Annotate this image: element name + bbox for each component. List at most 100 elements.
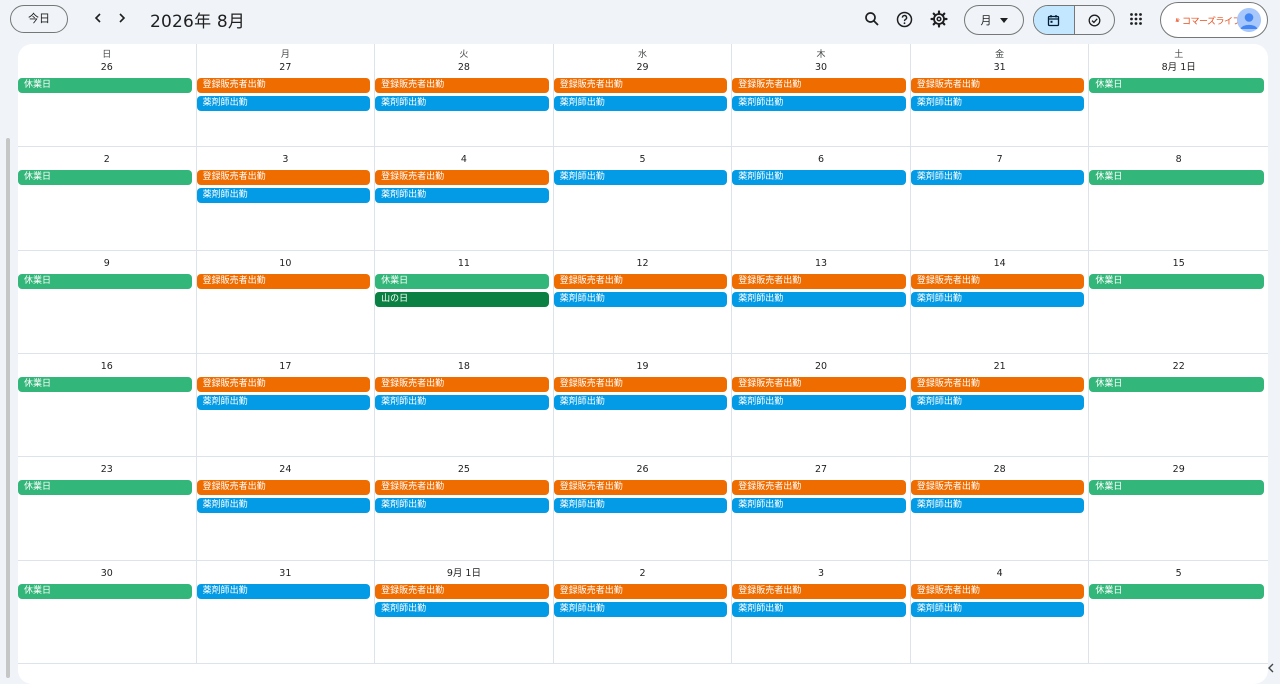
date-number[interactable]: 10 [197,257,375,272]
event-chip-seller[interactable]: 登録販売者出勤 [910,78,1085,93]
event-chip-pharma[interactable]: 薬剤師出勤 [553,601,728,617]
day-cell[interactable]: 30 休業日 [18,560,197,664]
event-chip-seller[interactable]: 登録販売者出勤 [910,273,1085,289]
date-number[interactable]: 30 [18,567,196,582]
date-number[interactable]: 26 [554,463,732,478]
day-cell[interactable]: 27 登録販売者出勤 薬剤師出勤 [732,457,911,561]
date-number[interactable]: 4 [375,153,553,168]
day-cell[interactable]: 9月 1日 登録販売者出勤 薬剤師出勤 [375,560,554,664]
event-chip-pharma[interactable]: 薬剤師出勤 [375,394,549,410]
day-cell[interactable]: 5 休業日 [1089,561,1268,664]
date-number[interactable]: 16 [18,360,196,375]
event-chip-pharma[interactable]: 薬剤師出勤 [196,394,371,410]
date-number[interactable]: 21 [911,360,1089,375]
date-number[interactable]: 25 [375,463,553,478]
event-chip-pharma[interactable]: 薬剤師出勤 [553,498,728,514]
event-chip-holiday[interactable]: 休業日 [18,273,192,289]
event-chip-seller[interactable]: 登録販売者出勤 [732,273,906,289]
event-chip-seller[interactable]: 登録販売者出勤 [732,480,906,496]
account-switcher[interactable]: コマーズライフ [1160,2,1268,38]
event-chip-holiday[interactable]: 休業日 [1089,480,1264,496]
event-chip-holiday[interactable]: 休業日 [1089,273,1264,289]
event-chip-pharma[interactable]: 薬剤師出勤 [196,583,371,599]
event-chip-pharma[interactable]: 薬剤師出勤 [732,394,906,410]
day-cell[interactable]: 火 28 登録販売者出勤 薬剤師出勤 [375,44,554,148]
day-cell[interactable]: 月 27 登録販売者出勤 薬剤師出勤 [196,44,376,148]
event-chip-seller[interactable]: 登録販売者出勤 [375,376,549,392]
day-cell[interactable]: 26 登録販売者出勤 薬剤師出勤 [553,457,733,561]
date-number[interactable]: 19 [554,360,732,375]
date-number[interactable]: 30 [732,61,910,76]
day-cell[interactable]: 10 登録販売者出勤 [196,250,376,354]
day-cell[interactable]: 14 登録販売者出勤 薬剤師出勤 [910,250,1090,354]
day-cell[interactable]: 23 休業日 [18,457,197,561]
date-number[interactable]: 14 [911,257,1089,272]
event-chip-seller[interactable]: 登録販売者出勤 [196,170,371,186]
date-number[interactable]: 3 [197,153,375,168]
date-number[interactable]: 18 [375,360,553,375]
date-number[interactable]: 28 [911,463,1089,478]
day-cell[interactable]: 9 休業日 [18,250,197,354]
help-button[interactable] [894,9,914,29]
date-number[interactable]: 8 [1089,153,1268,168]
date-number[interactable]: 9月 1日 [375,567,553,582]
apps-button[interactable] [1126,9,1146,29]
event-chip-seller[interactable]: 登録販売者出勤 [375,170,549,186]
event-chip-pharma[interactable]: 薬剤師出勤 [375,498,549,514]
event-chip-seller[interactable]: 登録販売者出勤 [732,376,906,392]
event-chip-seller[interactable]: 登録販売者出勤 [910,376,1085,392]
scrollbar[interactable] [6,138,10,678]
event-chip-seller[interactable]: 登録販売者出勤 [375,480,549,496]
event-chip-pharma[interactable]: 薬剤師出勤 [732,170,906,186]
event-chip-holiday[interactable]: 休業日 [18,583,192,599]
day-cell[interactable]: 17 登録販売者出勤 薬剤師出勤 [196,353,376,458]
event-chip-pharma[interactable]: 薬剤師出勤 [196,96,371,111]
event-chip-pharma[interactable]: 薬剤師出勤 [910,601,1085,617]
day-cell[interactable]: 19 登録販売者出勤 薬剤師出勤 [553,353,733,458]
date-number[interactable]: 6 [732,153,910,168]
event-chip-seller[interactable]: 登録販売者出勤 [375,583,549,599]
event-chip-pharma[interactable]: 薬剤師出勤 [910,394,1085,410]
event-chip-pharma[interactable]: 薬剤師出勤 [732,498,906,514]
day-cell[interactable]: 日 26 休業日 [18,44,197,148]
day-cell[interactable]: 15 休業日 [1089,251,1268,354]
day-cell[interactable]: 28 登録販売者出勤 薬剤師出勤 [910,457,1090,561]
day-cell[interactable]: 13 登録販売者出勤 薬剤師出勤 [732,250,911,354]
event-chip-seller[interactable]: 登録販売者出勤 [732,78,906,93]
event-chip-pharma[interactable]: 薬剤師出勤 [732,96,906,111]
date-number[interactable]: 29 [554,61,732,76]
event-chip-seller[interactable]: 登録販売者出勤 [732,583,906,599]
event-chip-pharma[interactable]: 薬剤師出勤 [910,291,1085,307]
event-chip-holiday[interactable]: 休業日 [18,480,192,496]
event-chip-pharma[interactable]: 薬剤師出勤 [910,170,1085,186]
search-button[interactable] [862,9,882,29]
event-chip-pharma[interactable]: 薬剤師出勤 [196,188,371,204]
day-cell[interactable]: 3 登録販売者出勤 薬剤師出勤 [732,560,911,664]
date-number[interactable]: 31 [197,567,375,582]
date-number[interactable]: 5 [1089,567,1268,582]
event-chip-pharma[interactable]: 薬剤師出勤 [910,498,1085,514]
event-chip-pharma[interactable]: 薬剤師出勤 [553,170,728,186]
date-number[interactable]: 5 [554,153,732,168]
event-chip-pharma[interactable]: 薬剤師出勤 [196,498,371,514]
event-chip-pharma[interactable]: 薬剤師出勤 [375,188,549,204]
day-cell[interactable]: 6 薬剤師出勤 [732,147,911,251]
day-cell[interactable]: 24 登録販売者出勤 薬剤師出勤 [196,457,376,561]
event-chip-pharma[interactable]: 薬剤師出勤 [732,291,906,307]
event-chip-pharma[interactable]: 薬剤師出勤 [375,96,549,111]
event-chip-holiday[interactable]: 休業日 [1089,583,1264,599]
event-chip-seller[interactable]: 登録販売者出勤 [196,376,371,392]
day-cell[interactable]: 2 登録販売者出勤 薬剤師出勤 [553,560,733,664]
date-number[interactable]: 22 [1089,360,1268,375]
date-number[interactable]: 7 [911,153,1089,168]
side-panel-toggle[interactable] [1264,660,1278,676]
date-number[interactable]: 4 [911,567,1089,582]
date-number[interactable]: 8月 1日 [1089,61,1268,76]
day-cell[interactable]: 31 薬剤師出勤 [196,560,376,664]
event-chip-pharma[interactable]: 薬剤師出勤 [375,601,549,617]
event-chip-holiday[interactable]: 休業日 [375,273,549,289]
event-chip-pharma[interactable]: 薬剤師出勤 [732,601,906,617]
event-chip-holiday[interactable]: 休業日 [18,376,192,392]
event-chip-holiday[interactable]: 休業日 [1089,170,1264,186]
previous-month-button[interactable] [88,8,108,28]
